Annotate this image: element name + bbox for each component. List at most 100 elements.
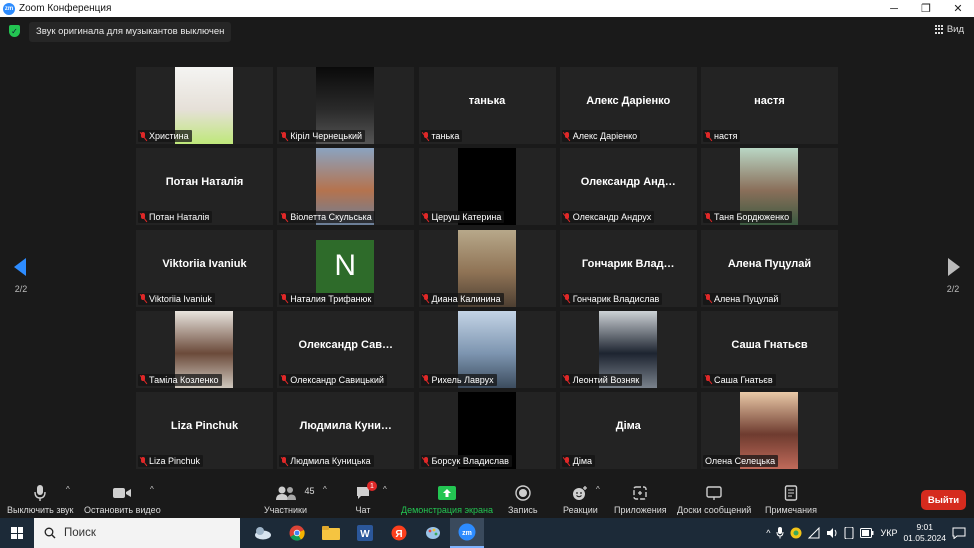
- participant-tile[interactable]: Саша Гнатьєв Саша Гнатьєв: [701, 310, 838, 388]
- participant-display-name: Алекс Дарiенко: [586, 95, 671, 107]
- muted-microphone-icon: [423, 375, 429, 384]
- next-page-button[interactable]: 2/2: [940, 255, 966, 295]
- muted-microphone-icon: [564, 375, 570, 384]
- previous-page-button[interactable]: 2/2: [8, 255, 34, 295]
- participant-tile[interactable]: Рихель Лаврух: [418, 310, 556, 388]
- participant-display-name: Олександр Сав…: [298, 338, 393, 351]
- participant-display-name: Потан Наталія: [165, 176, 244, 189]
- taskbar-clock[interactable]: 9:01 01.05.2024: [903, 522, 946, 544]
- participant-tile[interactable]: Диана Калинина: [418, 229, 556, 307]
- original-sound-notice: Звук оригинала для музыкантов выключен: [29, 22, 232, 42]
- tray-app-icon[interactable]: [790, 527, 802, 539]
- participant-tile[interactable]: настя настя: [701, 67, 838, 144]
- participant-tile[interactable]: Таня Бордюженко: [701, 148, 838, 226]
- keyboard-language[interactable]: УКР: [880, 528, 897, 538]
- participant-tile[interactable]: Таміла Козленко: [136, 310, 273, 388]
- participant-name-label: Борсук Владислав: [420, 455, 512, 467]
- participant-tile[interactable]: Діма Діма: [559, 392, 697, 469]
- tray-battery-icon[interactable]: [860, 528, 874, 538]
- taskbar-app-zoom-icon[interactable]: zm: [450, 518, 484, 548]
- tray-microphone-icon[interactable]: [776, 527, 784, 539]
- reactions-options-caret-icon[interactable]: ^: [596, 485, 600, 494]
- participant-name: Рихель Лаврух: [431, 374, 494, 385]
- participant-tile[interactable]: Олександр Сав… Олександр Савицький: [277, 310, 415, 388]
- chat-icon: 1: [355, 481, 377, 502]
- participant-display-name: Liza Pinchuk: [170, 420, 239, 432]
- minimize-button[interactable]: ─: [878, 0, 910, 17]
- zoom-logo-icon: zm: [3, 2, 15, 15]
- window-controls: ─ ❐ ✕: [878, 0, 974, 17]
- participant-tile[interactable]: Liza Pinchuk Liza Pinchuk: [136, 392, 273, 469]
- apps-button[interactable]: Приложения: [614, 484, 667, 515]
- participant-name: Потан Наталія: [149, 212, 210, 223]
- participant-tile[interactable]: N Наталия Трифанюк: [277, 229, 415, 307]
- clock-time: 9:01: [916, 522, 933, 532]
- muted-microphone-icon: [281, 131, 287, 141]
- whiteboards-button[interactable]: Доски сообщений: [677, 484, 751, 515]
- taskbar-app-paint-icon[interactable]: [416, 518, 450, 548]
- notifications-icon[interactable]: [952, 527, 966, 539]
- participant-tile[interactable]: Христина: [136, 67, 273, 144]
- participant-name-label: Діма: [561, 455, 596, 467]
- taskbar-app-weather-icon[interactable]: [246, 518, 280, 548]
- participant-tile[interactable]: Viktoriia Ivaniuk Viktoriia Ivaniuk: [136, 229, 273, 307]
- share-screen-button[interactable]: Демонстрация экрана: [401, 484, 493, 515]
- muted-microphone-icon: [140, 375, 146, 384]
- muted-microphone-icon: [140, 456, 146, 466]
- reactions-button[interactable]: Реакции: [563, 484, 598, 515]
- participant-tile[interactable]: Гончарик Влад… Гончарик Владислав: [559, 229, 697, 307]
- participant-tile[interactable]: Кiрiл Чернецький: [277, 67, 415, 144]
- participants-button[interactable]: 45 Участники: [264, 484, 315, 515]
- participant-tile[interactable]: Віолетта Скульська: [277, 148, 415, 226]
- audio-options-caret-icon[interactable]: ^: [66, 485, 70, 494]
- chat-button[interactable]: 1 Чат: [355, 481, 377, 515]
- taskbar-search[interactable]: Поиск: [34, 518, 240, 548]
- notes-button[interactable]: Примечания: [765, 484, 817, 515]
- taskbar-app-chrome-icon[interactable]: [280, 518, 314, 548]
- tray-volume-icon[interactable]: [826, 527, 838, 539]
- participant-tile[interactable]: Алекс Дарiенко Алекс Дарiенко: [559, 67, 697, 144]
- tray-network-icon[interactable]: [808, 527, 820, 539]
- mute-button[interactable]: Выключить звук: [7, 484, 74, 515]
- participant-tile[interactable]: Потан Наталія Потан Наталія: [136, 148, 273, 226]
- participant-display-name: Гончарик Влад…: [581, 257, 675, 270]
- participant-tile[interactable]: Людмила Куни… Людмила Куницька: [277, 392, 415, 469]
- participants-options-caret-icon[interactable]: ^: [323, 485, 327, 494]
- apps-icon: [632, 484, 648, 502]
- participant-display-name: Алена Пуцулай: [727, 257, 812, 270]
- record-button[interactable]: Запись: [508, 484, 538, 515]
- participant-name-label: Олександр Савицький: [279, 373, 387, 386]
- restore-button[interactable]: ❐: [910, 0, 942, 17]
- participant-tile[interactable]: Олександр Анд… Олександр Андрух: [559, 148, 697, 226]
- participant-tile[interactable]: Алена Пуцулай Алена Пуцулай: [701, 229, 838, 307]
- leave-button[interactable]: Выйти: [921, 490, 966, 510]
- tray-phone-icon[interactable]: [844, 527, 854, 539]
- taskbar-app-yandex-icon[interactable]: Я: [382, 518, 416, 548]
- muted-microphone-icon: [423, 212, 429, 222]
- participant-tile[interactable]: Леонтий Возняк: [559, 310, 697, 388]
- clock-date: 01.05.2024: [903, 533, 946, 543]
- participant-tile[interactable]: Борсук Владислав: [418, 392, 556, 469]
- participant-tile[interactable]: танька танька: [418, 67, 556, 144]
- close-button[interactable]: ✕: [942, 0, 974, 17]
- tray-expand-caret-icon[interactable]: ^: [766, 528, 770, 538]
- muted-microphone-icon: [705, 131, 711, 141]
- video-options-caret-icon[interactable]: ^: [150, 485, 154, 494]
- view-label: Вид: [946, 24, 964, 35]
- smiley-plus-icon: [572, 484, 588, 502]
- muted-microphone-icon: [705, 375, 711, 384]
- participant-display-name: Олександр Анд…: [580, 176, 676, 189]
- participant-tile[interactable]: Олена Селецька: [701, 392, 838, 469]
- taskbar-app-word-icon[interactable]: W: [348, 518, 382, 548]
- window-title: Zoom Конференция: [19, 3, 112, 14]
- encryption-shield-icon[interactable]: ✓: [9, 25, 20, 37]
- muted-microphone-icon: [423, 131, 429, 141]
- taskbar-app-explorer-icon[interactable]: [314, 518, 348, 548]
- view-button[interactable]: Вид: [934, 24, 964, 35]
- video-gallery: Христина Кiрiл Чернецький танька танька Алек…: [136, 67, 838, 469]
- windows-start-button[interactable]: [0, 518, 34, 548]
- participant-avatar: N: [316, 239, 375, 293]
- participant-display-name: Viktoriia Ivaniuk: [162, 257, 247, 270]
- participant-tile[interactable]: Церуш Катерина: [418, 148, 556, 226]
- chat-options-caret-icon[interactable]: ^: [383, 485, 387, 494]
